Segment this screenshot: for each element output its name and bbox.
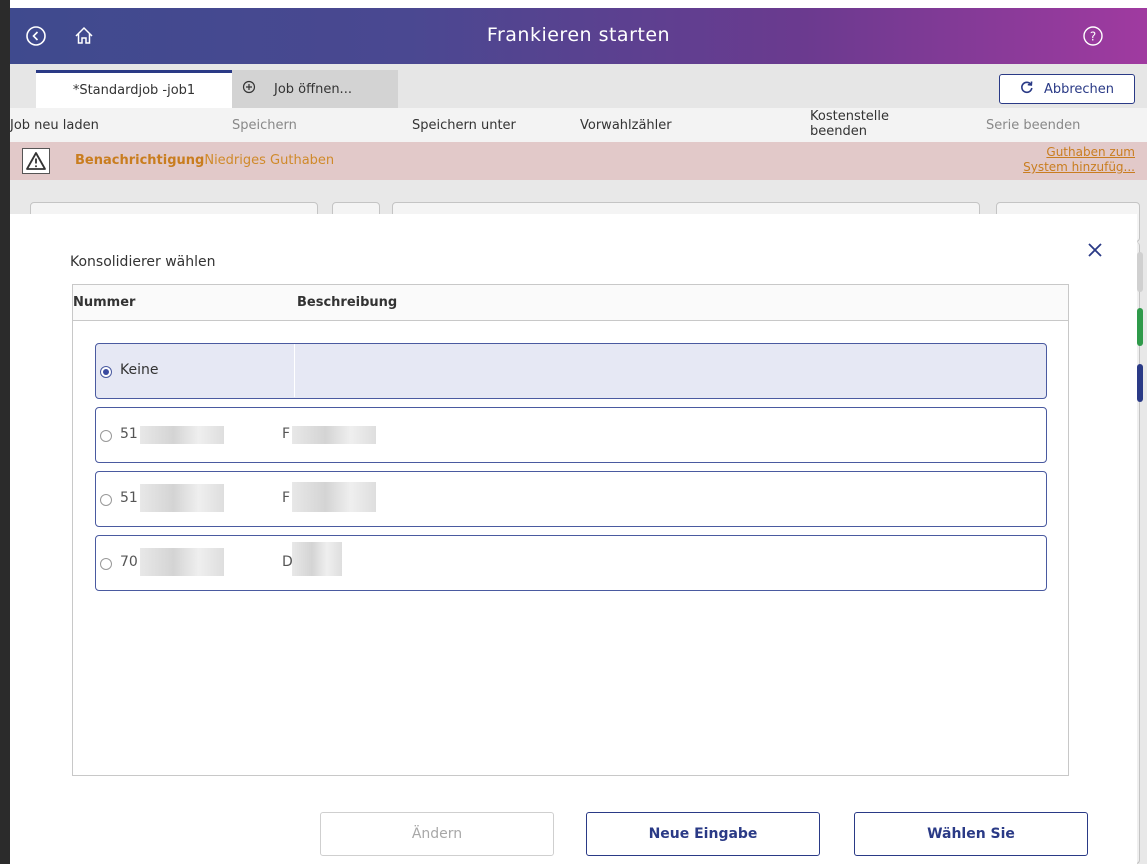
tab-strip: *Standardjob -job1 Job öffnen... Abbrech…	[10, 64, 1147, 108]
notification-label: Benachrichtigung	[75, 153, 205, 168]
title-bar: Frankieren starten ?	[10, 8, 1147, 64]
list-item[interactable]: 51 F	[95, 471, 1047, 527]
refresh-icon	[1020, 80, 1034, 98]
consolidator-list: Nummer Beschreibung Keine 51 F 51 F 70 D	[72, 284, 1069, 776]
item-number: Keine	[120, 362, 159, 378]
svg-text:?: ?	[1090, 30, 1096, 44]
list-item[interactable]: Keine	[95, 343, 1047, 399]
select-button[interactable]: Wählen Sie	[854, 812, 1088, 856]
menu-preset-counter[interactable]: Vorwahlzähler	[580, 118, 672, 133]
add-credit-link[interactable]: Guthaben zum System hinzufüg...	[1023, 145, 1135, 175]
radio-button[interactable]	[100, 558, 112, 570]
window-top-edge	[0, 0, 1147, 8]
menu-save[interactable]: Speichern	[232, 118, 297, 133]
select-button-label: Wählen Sie	[927, 826, 1015, 842]
background-button	[1137, 252, 1143, 292]
plus-circle-icon	[242, 80, 256, 98]
list-item[interactable]: 70 D	[95, 535, 1047, 591]
radio-button[interactable]	[100, 494, 112, 506]
change-button[interactable]: Ändern	[320, 812, 554, 856]
item-description: F	[282, 426, 291, 442]
notification-text: BenachrichtigungNiedriges Guthaben	[75, 153, 334, 168]
dialog-title: Konsolidierer wählen	[70, 254, 216, 270]
add-credit-link-line2: System hinzufüg...	[1023, 160, 1135, 174]
change-button-label: Ändern	[411, 826, 463, 842]
menu-end-cost-center[interactable]: Kostenstelle beenden	[810, 109, 889, 139]
menu-end-cost-center-line1: Kostenstelle	[810, 109, 890, 124]
tab-open-job-label: Job öffnen...	[274, 81, 352, 97]
tab-open-job[interactable]: Job öffnen...	[232, 70, 398, 108]
item-number: 51	[120, 490, 138, 506]
cancel-button[interactable]: Abbrechen	[999, 74, 1135, 104]
background-button	[1137, 364, 1143, 402]
redacted-number	[140, 426, 224, 444]
redacted-description	[292, 426, 376, 444]
tab-standardjob[interactable]: *Standardjob -job1	[36, 70, 232, 108]
item-number: 70	[120, 554, 138, 570]
close-icon[interactable]	[1083, 238, 1107, 262]
new-entry-button-label: Neue Eingabe	[648, 826, 758, 842]
warning-icon	[22, 148, 50, 174]
radio-button[interactable]	[100, 366, 112, 378]
list-item[interactable]: 51 F	[95, 407, 1047, 463]
column-header-number: Nummer	[73, 295, 136, 310]
item-number: 51	[120, 426, 138, 442]
radio-button[interactable]	[100, 430, 112, 442]
column-header-description: Beschreibung	[297, 295, 398, 310]
notification-message: Niedriges Guthaben	[204, 153, 335, 168]
item-description	[294, 344, 1046, 397]
window-left-edge	[0, 0, 10, 864]
page-title: Frankieren starten	[486, 24, 671, 46]
help-circle-icon[interactable]: ?	[1079, 22, 1107, 50]
background-button	[1137, 308, 1143, 346]
list-header: Nummer Beschreibung	[73, 285, 1068, 321]
notification-bar: BenachrichtigungNiedriges Guthaben Gutha…	[10, 142, 1147, 180]
menu-end-series[interactable]: Serie beenden	[986, 118, 1080, 133]
redacted-number	[140, 548, 224, 576]
tab-standardjob-label: *Standardjob -job1	[72, 83, 196, 98]
app-window: Frankieren starten ? *Standardjob -job1 …	[10, 8, 1147, 864]
new-entry-button[interactable]: Neue Eingabe	[586, 812, 820, 856]
select-consolidator-dialog: Konsolidierer wählen Nummer Beschreibung…	[10, 214, 1137, 864]
menu-end-cost-center-line2: beenden	[810, 124, 867, 139]
cancel-button-label: Abbrechen	[1043, 81, 1115, 97]
add-credit-link-line1: Guthaben zum	[1046, 145, 1135, 159]
job-menu: Job neu laden Speichern Speichern unter …	[10, 108, 1147, 142]
redacted-number	[140, 484, 224, 512]
redacted-description	[292, 542, 342, 576]
redacted-description	[292, 482, 376, 512]
item-description: F	[282, 490, 291, 506]
menu-reload-job[interactable]: Job neu laden	[10, 118, 99, 133]
menu-save-as[interactable]: Speichern unter	[412, 118, 516, 133]
